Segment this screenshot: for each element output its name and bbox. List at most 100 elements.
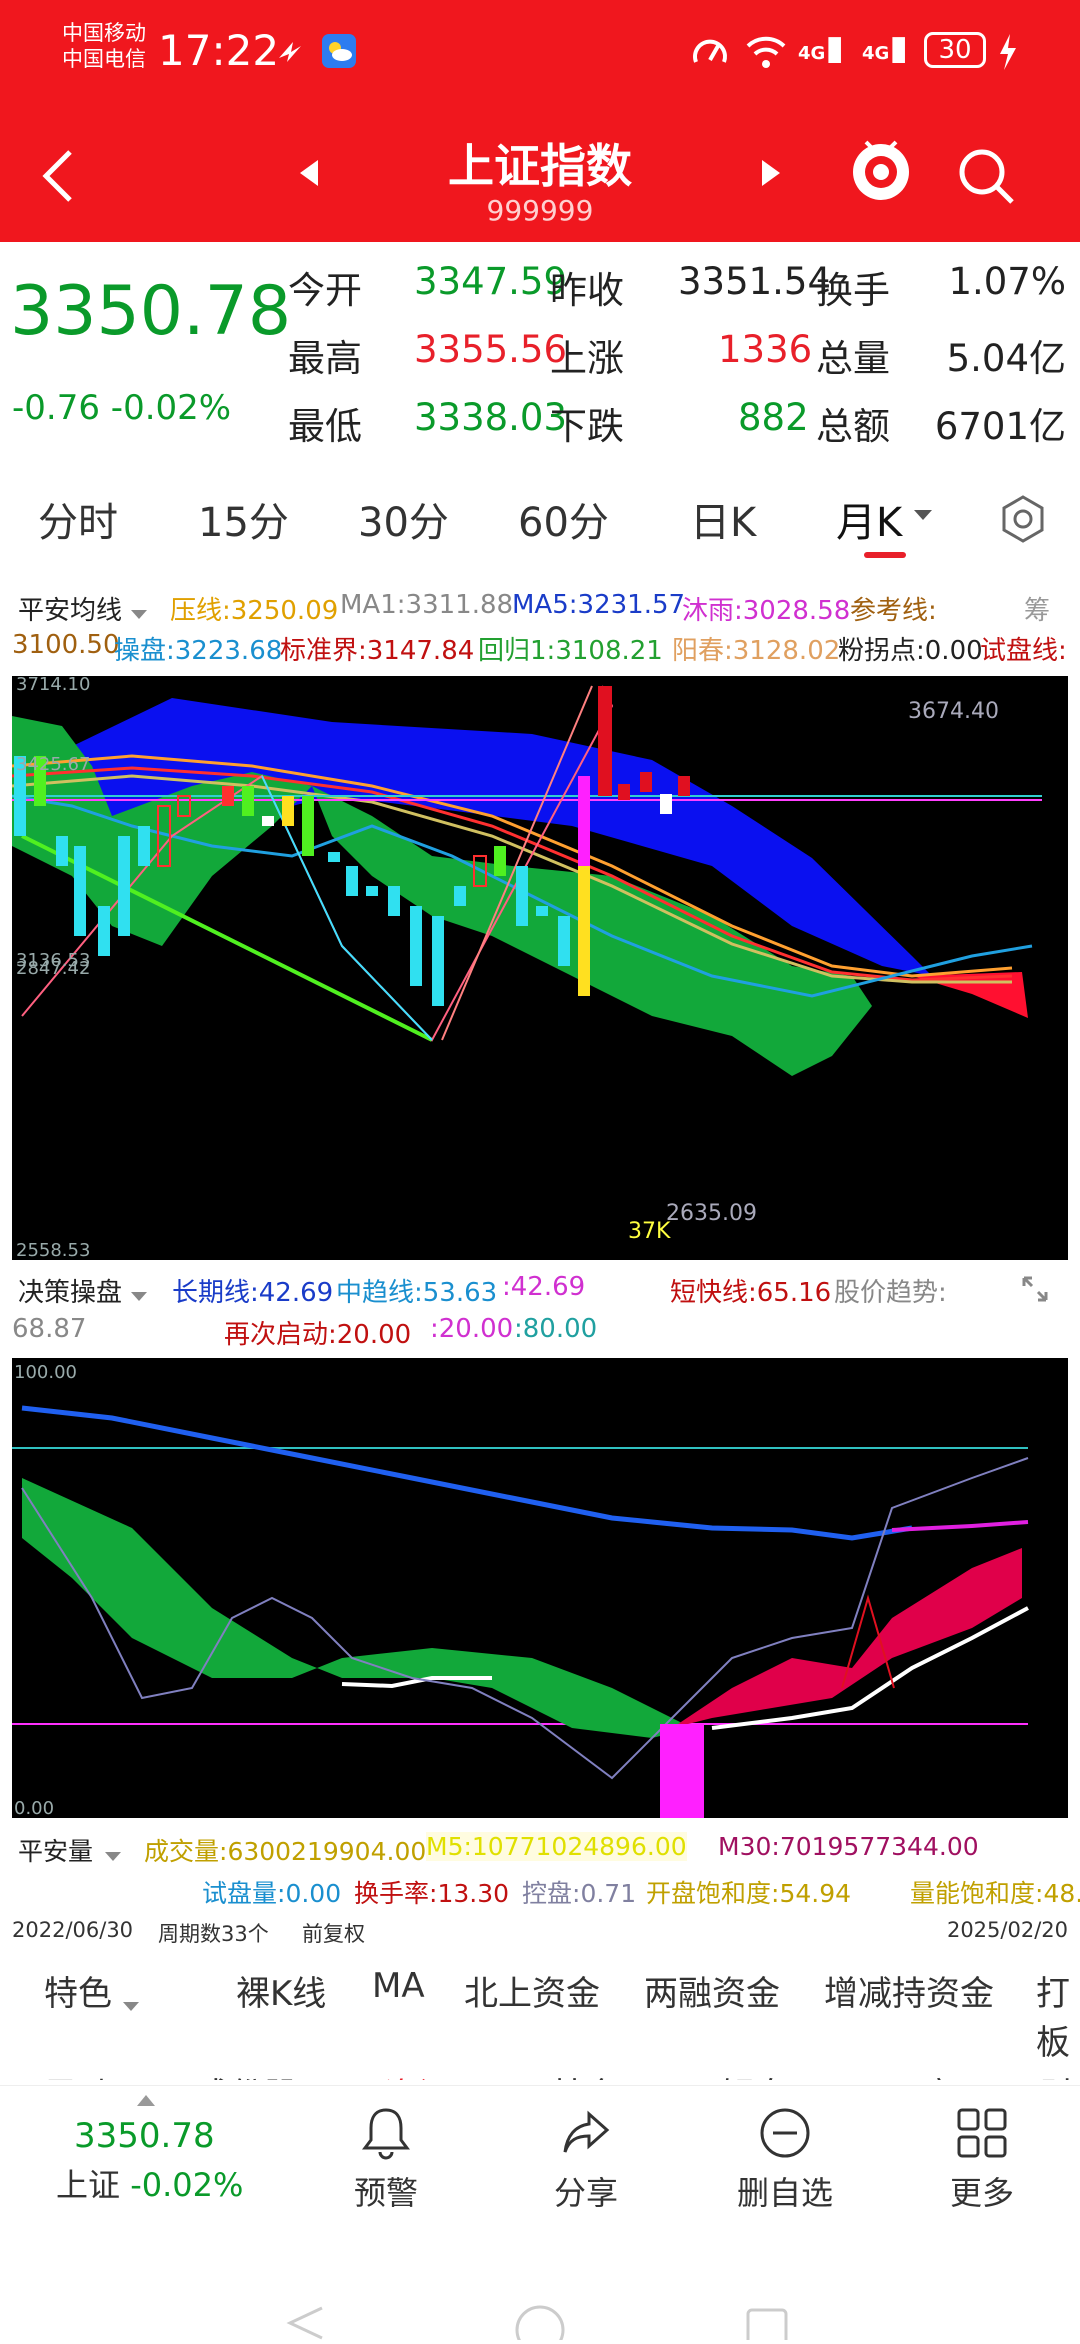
tool-yidong[interactable]: 异动 [44, 2068, 112, 2080]
grid-icon [957, 2108, 1007, 2158]
decision-chart[interactable]: 100.00 0.00 [12, 1358, 1068, 1819]
indicator-name[interactable]: 平安均线 [18, 590, 122, 627]
tab-fenshi[interactable]: 分时 [38, 490, 118, 548]
battery-level: 30 [938, 35, 972, 65]
volume-bar-magenta [660, 1724, 704, 1818]
tool-naked-k[interactable]: 裸K线 [236, 1966, 326, 2015]
tool-margin[interactable]: 两融资金 [644, 1966, 780, 2015]
legend-ref-label: 参考线: [850, 596, 937, 626]
open-label: 今开 [288, 269, 362, 312]
tab-daily[interactable]: 日K [690, 490, 756, 548]
vol-cj-label: 成交量: [144, 1837, 228, 1866]
bottom-stock-summary[interactable]: 上证 -0.02% [56, 2160, 243, 2206]
bottom-bar: 3350.78 上证 -0.02% 预警 分享 删自选 更多 [0, 2085, 1080, 2225]
bell-icon [362, 2108, 410, 2160]
tool-jijin[interactable]: 基金 [550, 2068, 618, 2080]
axis-top-label: 3714.10 [16, 676, 90, 695]
tool-cai[interactable]: 财 [1040, 2068, 1074, 2080]
page-title: 上证指数 [448, 139, 632, 193]
tools-row: 特色 裸K线 MA 北上资金 两融资金 增减持资金 打板 [0, 1966, 1080, 2063]
turnover-label: 换手 [816, 269, 890, 312]
volume-indicator-name[interactable]: 平安量 [18, 1832, 93, 1868]
chevron-up-icon[interactable] [136, 2092, 156, 2111]
more-button[interactable]: 更多 [942, 2106, 1022, 2214]
sub-long-value: 42.69 [258, 1278, 334, 1308]
tab-monthly[interactable]: 月K [836, 490, 902, 548]
decision-chart-svg: 100.00 0.00 [12, 1362, 1029, 1819]
legend-caopan-value: 3223.68 [174, 636, 283, 666]
tool-chengfen[interactable]: 成份股 [196, 2068, 298, 2080]
sub-trend-label: 股价趋势: [834, 1278, 947, 1308]
vol-m30-value: 7019577344.00 [779, 1832, 979, 1861]
sub-mid-label: 中趋线: [336, 1278, 423, 1308]
sub-restart-value: 20.00 [336, 1320, 412, 1350]
adjust-mode[interactable]: 前复权 [302, 1918, 365, 1948]
bottom-stock-name: 上证 [56, 2166, 121, 2204]
search-button[interactable] [956, 146, 1016, 206]
remove-watchlist-button[interactable]: 删自选 [730, 2106, 840, 2214]
system-back-icon[interactable] [286, 2306, 326, 2344]
legend-ya-label: 压线: [170, 596, 231, 626]
alert-button[interactable]: 预警 [346, 2106, 426, 2214]
alert-label: 预警 [353, 2174, 418, 2212]
expand-icon[interactable] [1020, 1274, 1050, 1311]
chevron-down-icon[interactable] [912, 508, 934, 524]
tool-holding-change[interactable]: 增减持资金 [824, 1966, 994, 2015]
system-home-icon[interactable] [514, 2304, 566, 2344]
vol-kpb-value: 54.94 [779, 1879, 852, 1908]
indicator-dropdown-icon[interactable] [130, 598, 148, 628]
carrier-1: 中国移动 [62, 21, 146, 45]
vol-lnb-label: 量能饱和度: [910, 1879, 1044, 1908]
vol-lnb-value: 48.91 [1043, 1879, 1080, 1908]
legend-caopan-label: 操盘: [114, 636, 175, 666]
sub-short-value: 65.16 [756, 1278, 832, 1308]
vol-hs-label: 换手率: [354, 1879, 438, 1908]
sub-extra-label: : [502, 1272, 511, 1302]
signal-4g-icon-2: 4G▮ [862, 28, 909, 68]
tool-tese[interactable]: 特色 [44, 1966, 112, 2015]
tool-tese-dropdown-icon[interactable] [122, 1982, 140, 2022]
legend-huigui-value: 3108.21 [555, 636, 663, 666]
tool-jiepan[interactable]: 解盘 [720, 2068, 788, 2080]
clock: 17:22 [158, 26, 280, 75]
legend-ma5-label: MA5: [512, 590, 578, 620]
prevclose-value: 3351.54 [678, 260, 832, 303]
tool-zaiying[interactable]: 再赢 [888, 2068, 956, 2080]
sub-long-label: 长期线: [172, 1278, 259, 1308]
legend-chou: 筹 [1024, 596, 1051, 626]
next-stock-button[interactable] [758, 158, 784, 188]
sub-indicator-name[interactable]: 决策操盘 [18, 1272, 122, 1309]
share-icon [563, 2110, 610, 2153]
bottom-price[interactable]: 3350.78 [74, 2116, 215, 2156]
speed-icon [690, 32, 730, 72]
volume-dropdown-icon[interactable] [104, 1840, 122, 1869]
sub-value-3: :80.00 [514, 1314, 598, 1344]
sub-dropdown-icon[interactable] [130, 1280, 148, 1310]
signal-4g-icon-1: 4G▮ [798, 28, 845, 68]
tab-15min[interactable]: 15分 [198, 490, 289, 548]
tool-zixun[interactable]: 资讯 [384, 2068, 452, 2080]
k-count-marker: 37K [628, 1219, 671, 1244]
assistant-icon[interactable] [846, 136, 916, 212]
tab-60min[interactable]: 60分 [518, 490, 609, 548]
legend-ya-value: 3250.09 [230, 596, 339, 626]
system-recents-icon[interactable] [746, 2308, 790, 2344]
tool-northbound[interactable]: 北上资金 [464, 1966, 600, 2015]
legend-ref-value: 3100.50 [12, 630, 120, 660]
settings-hex-icon[interactable] [998, 494, 1048, 544]
charging-icon [996, 32, 1020, 72]
tab-30min[interactable]: 30分 [358, 490, 449, 548]
kline-chart[interactable]: 3714.10 3425.67 3136.53 2847.42 2558.53 … [11, 674, 1068, 1261]
battery-icon: 30 [924, 32, 986, 68]
sub-trend-value: 68.87 [12, 1314, 87, 1344]
status-bar: 中国移动 中国电信 17:22 4G▮ 4G▮ 30 [0, 0, 1080, 110]
vol-m5-label: M5: [426, 1832, 472, 1861]
tool-ma[interactable]: MA [372, 1966, 425, 2006]
stock-code: 999999 [486, 194, 594, 227]
legend-ma1-value: 3311.88 [405, 590, 514, 620]
prevclose-label: 昨收 [550, 269, 624, 312]
vol-kp-label: 控盘: [522, 1879, 581, 1908]
tool-daban[interactable]: 打板 [1036, 1966, 1080, 2064]
low-value: 3338.03 [414, 396, 568, 439]
share-button[interactable]: 分享 [546, 2106, 626, 2214]
